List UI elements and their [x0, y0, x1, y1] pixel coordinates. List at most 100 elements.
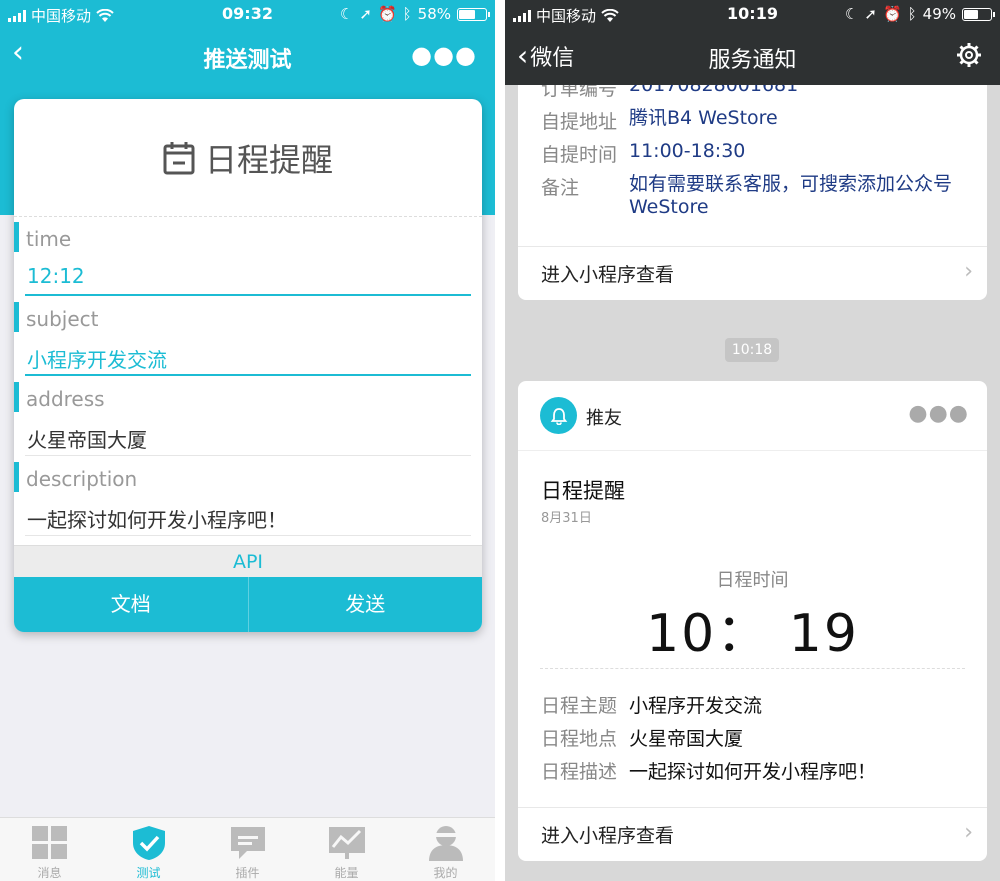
status-bar: 中国移动 09:32 ☾ ➚ ⏰ ᛒ 58%: [0, 0, 495, 30]
field-underline: [25, 374, 471, 376]
info-value: 小程序开发交流: [629, 695, 763, 717]
more-dots-icon[interactable]: ●●●: [908, 401, 969, 426]
timestamp-chip: 10:18: [725, 338, 779, 362]
tab-label: 我的: [433, 866, 458, 880]
info-row: 自提地址 腾讯B4 WeStore: [541, 107, 969, 134]
notice-date: 8月31日: [541, 511, 592, 526]
notice-title: 日程提醒: [541, 479, 625, 503]
calendar-icon: [163, 141, 195, 174]
address-field[interactable]: address 火星帝国大厦: [14, 377, 482, 457]
address-input[interactable]: 火星帝国大厦: [27, 424, 147, 453]
description-field[interactable]: description 一起探讨如何开发小程序吧！: [14, 457, 482, 537]
dashed-divider: [540, 668, 965, 669]
chart-icon: [328, 827, 365, 859]
time-input[interactable]: 12:12: [27, 264, 85, 288]
battery-percent: 49%: [922, 5, 956, 23]
action-buttons: 文档 发送: [14, 577, 482, 632]
info-row: 日程主题 小程序开发交流: [541, 691, 762, 718]
battery-percent: 58%: [417, 5, 451, 23]
chevron-right-icon: ›: [964, 259, 973, 284]
bluetooth-icon: ᛒ: [402, 5, 412, 23]
time-field[interactable]: time 12:12: [14, 217, 482, 297]
info-value: 腾讯B4 WeStore: [629, 107, 778, 129]
screen-divider: [495, 0, 505, 881]
time-value: 10： 19: [646, 604, 859, 664]
tab-energy[interactable]: 能量: [297, 818, 396, 881]
send-button[interactable]: 发送: [247, 577, 483, 632]
nav-bar: ‹ 微信 服务通知: [505, 30, 1000, 85]
bell-icon: [540, 397, 577, 434]
grid-icon: [31, 826, 67, 859]
shield-check-icon: [132, 826, 165, 860]
link-label: 进入小程序查看: [541, 264, 675, 286]
right-phone-screen: 中国移动 10:19 ☾ ➚ ⏰ ᛒ 49% ‹ 微信 服务通知 订单编号 20…: [505, 0, 1000, 881]
info-row: 自提时间 11:00-18:30: [541, 140, 969, 167]
moon-icon: ☾: [844, 5, 859, 23]
info-row: 备注 如有需要联系客服，可搜索添加公众号WeStore: [541, 173, 969, 219]
battery-icon: [962, 7, 995, 21]
app-header: 推友 ●●●: [518, 381, 987, 451]
info-key: 日程主题: [541, 695, 618, 717]
docs-button[interactable]: 文档: [14, 577, 248, 632]
order-notice-card: 订单编号 20170828001681 自提地址 腾讯B4 WeStore 自提…: [518, 60, 987, 300]
alarm-icon: ⏰: [377, 5, 397, 23]
location-icon: ➚: [864, 5, 877, 23]
field-underline: [25, 535, 471, 536]
alarm-icon: ⏰: [882, 5, 902, 23]
tab-test[interactable]: 测试: [99, 818, 198, 881]
nav-bar: ‹ 推送测试 ●●●: [0, 30, 495, 82]
user-icon: [428, 826, 463, 861]
header: 中国移动 10:19 ☾ ➚ ⏰ ᛒ 49% ‹ 微信 服务通知: [505, 0, 1000, 85]
description-input[interactable]: 一起探讨如何开发小程序吧！: [27, 504, 287, 533]
field-underline: [25, 294, 471, 296]
tab-label: 消息: [37, 866, 62, 880]
tab-label: 测试: [136, 866, 161, 880]
card-header: 日程提醒: [14, 99, 482, 217]
field-accent-bar: [14, 382, 19, 412]
tab-plugins[interactable]: 插件: [198, 818, 297, 881]
field-label: subject: [26, 307, 99, 331]
field-underline: [25, 455, 471, 456]
field-accent-bar: [14, 302, 19, 332]
open-miniprogram-link[interactable]: 进入小程序查看 ›: [518, 246, 987, 298]
tab-messages[interactable]: 消息: [0, 818, 99, 881]
field-label: time: [26, 227, 72, 251]
field-label: address: [26, 387, 105, 411]
field-accent-bar: [14, 462, 19, 492]
tab-label: 能量: [334, 866, 359, 880]
card-title: 日程提醒: [204, 140, 333, 179]
subject-input[interactable]: 小程序开发交流: [27, 344, 167, 373]
reminder-card: 日程提醒 time 12:12 subject 小程序开发交流 address …: [14, 99, 482, 632]
info-value: 一起探讨如何开发小程序吧！: [629, 761, 877, 783]
left-phone-screen: 中国移动 09:32 ☾ ➚ ⏰ ᛒ 58% ‹ 推送测试 ●●● 日程提醒 t…: [0, 0, 495, 881]
info-row: 日程地点 火星帝国大厦: [541, 724, 743, 751]
subject-field[interactable]: subject 小程序开发交流: [14, 297, 482, 377]
field-accent-bar: [14, 222, 19, 252]
tab-me[interactable]: 我的: [396, 818, 495, 881]
chat-icon: [230, 827, 265, 859]
info-key: 自提地址: [541, 111, 618, 133]
moon-icon: ☾: [339, 5, 354, 23]
reminder-notice-card: 推友 ●●● 日程提醒 8月31日 日程时间 10： 19 日程主题 小程序开发…: [518, 381, 987, 861]
info-value: 火星帝国大厦: [629, 728, 744, 750]
status-bar: 中国移动 10:19 ☾ ➚ ⏰ ᛒ 49%: [505, 0, 1000, 30]
battery-icon: [457, 7, 490, 21]
location-icon: ➚: [359, 5, 372, 23]
tab-label: 插件: [235, 866, 260, 880]
time-label: 日程时间: [716, 570, 789, 591]
app-name: 推友: [586, 408, 622, 429]
info-value: 11:00-18:30: [629, 140, 746, 162]
bluetooth-icon: ᛒ: [907, 5, 917, 23]
info-row: 日程描述 一起探讨如何开发小程序吧！: [541, 757, 876, 784]
chevron-right-icon: ›: [964, 820, 973, 845]
info-key: 日程地点: [541, 728, 618, 750]
field-label: description: [26, 467, 138, 491]
tab-bar: 消息 测试 插件 能量 我的: [0, 817, 495, 881]
page-title: 服务通知: [708, 48, 797, 73]
link-label: 进入小程序查看: [541, 825, 675, 847]
gear-icon[interactable]: [956, 42, 982, 68]
info-key: 自提时间: [541, 144, 618, 166]
api-button[interactable]: API: [14, 545, 482, 577]
more-dots-icon[interactable]: ●●●: [411, 41, 477, 69]
open-miniprogram-link[interactable]: 进入小程序查看 ›: [518, 807, 987, 859]
